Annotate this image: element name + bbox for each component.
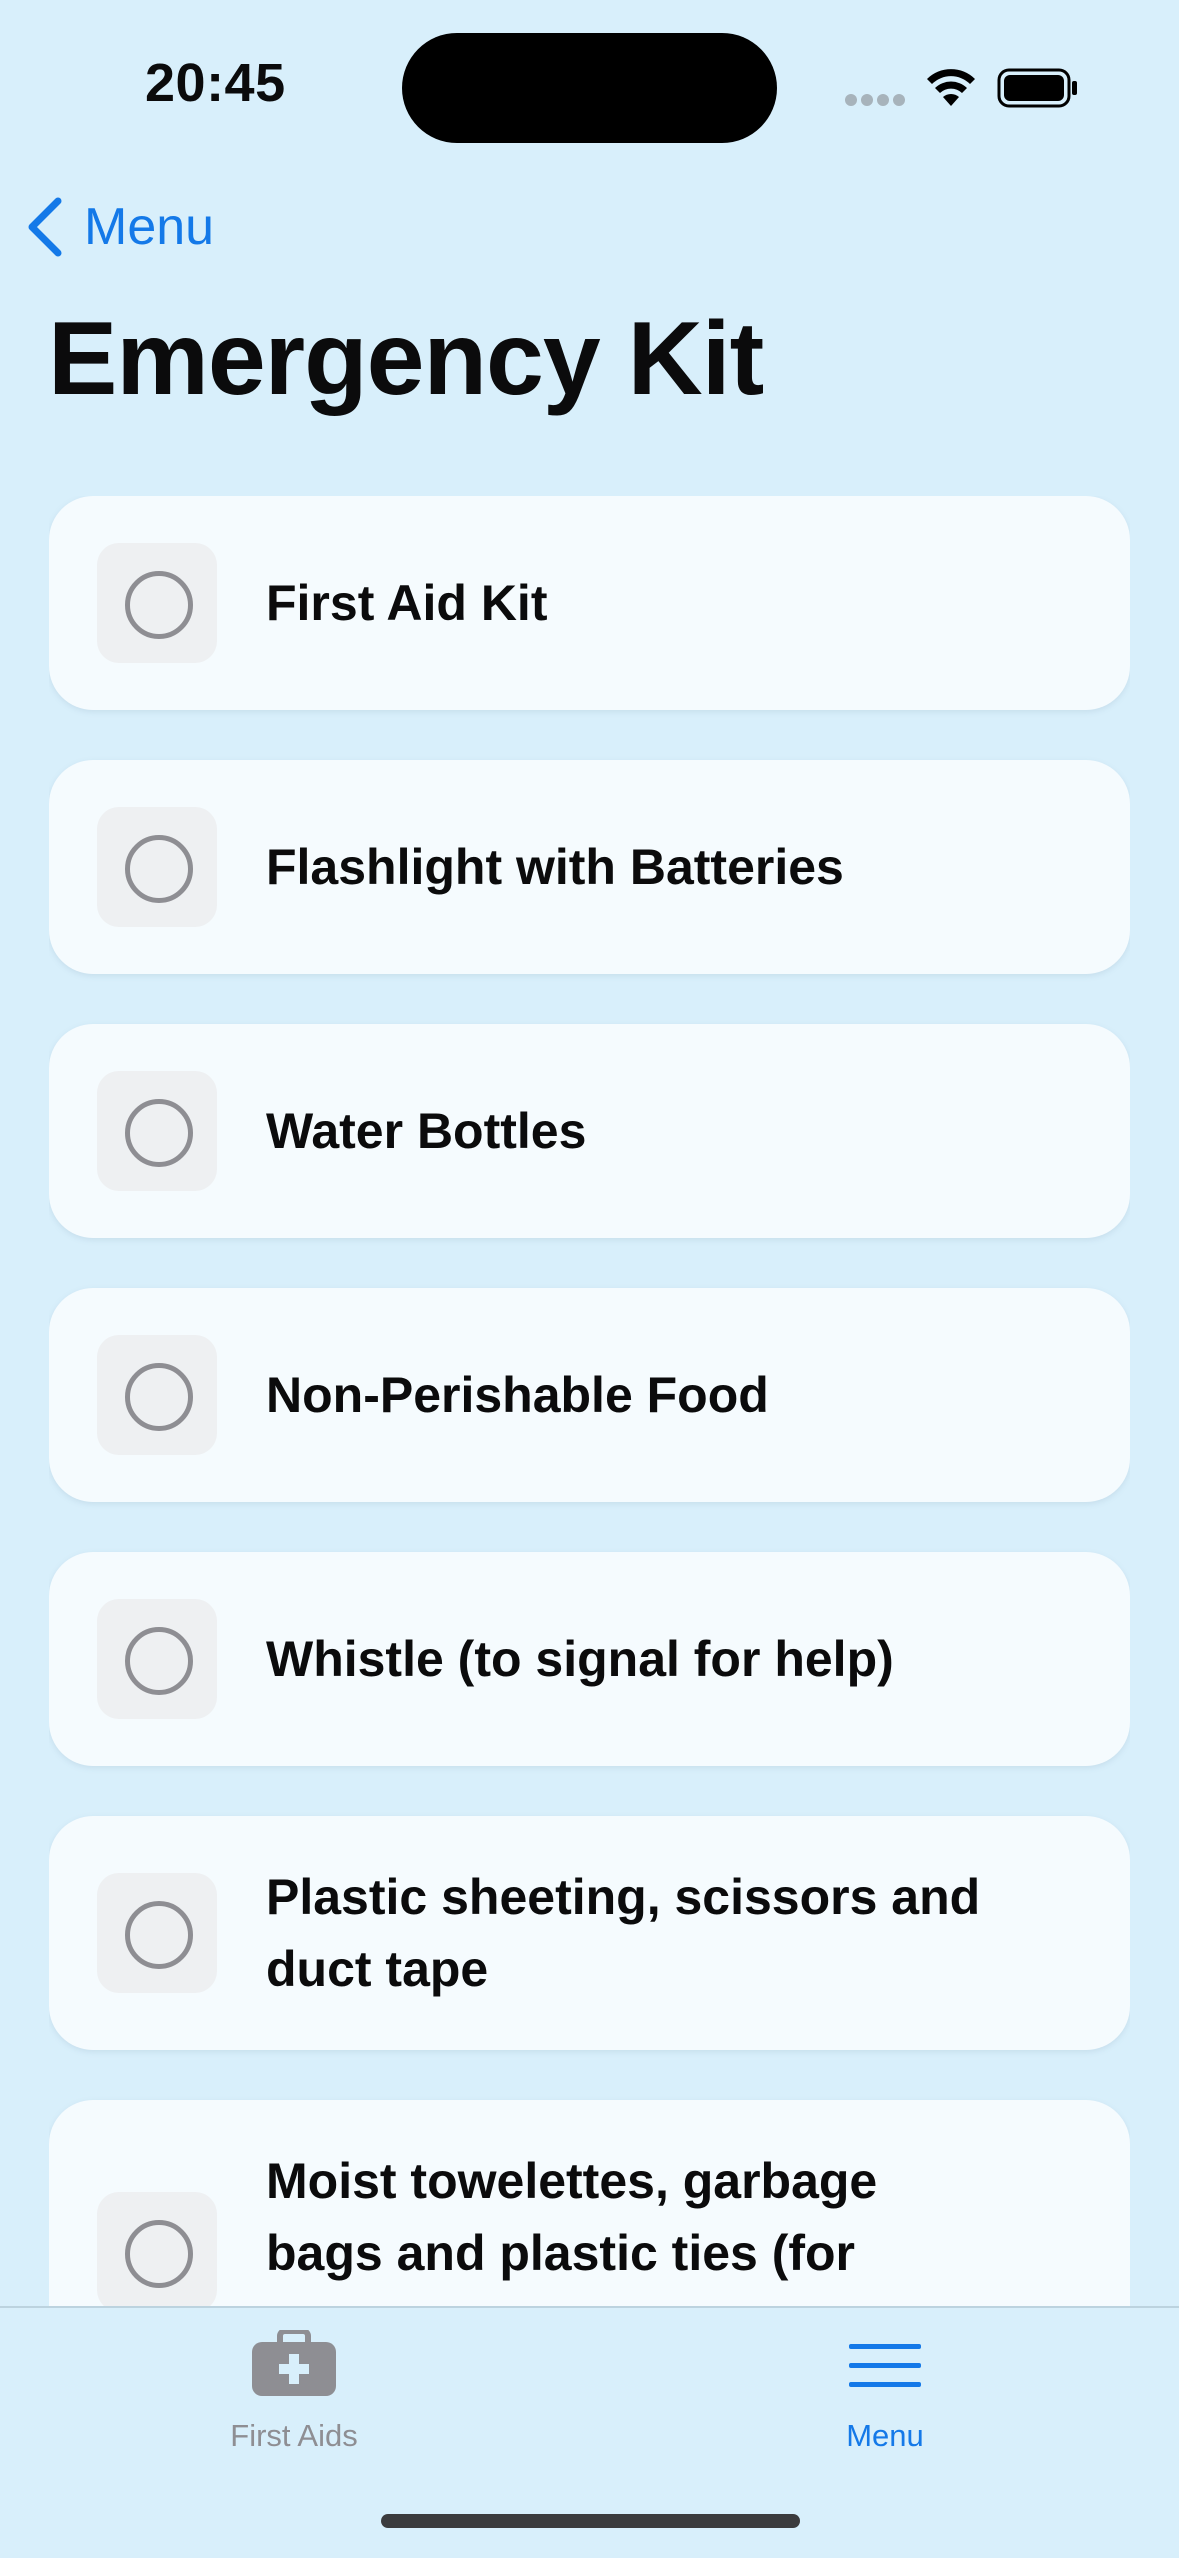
tab-menu[interactable]: Menu — [735, 2308, 1035, 2488]
list-item-label: Whistle (to signal for help) — [266, 1631, 894, 1687]
list-item-label: Flashlight with Batteries — [266, 839, 844, 895]
list-item[interactable]: Flashlight with Batteries — [49, 760, 1130, 974]
list-item[interactable]: Water Bottles — [49, 1024, 1130, 1238]
home-indicator[interactable] — [381, 2514, 800, 2528]
circle-icon — [125, 835, 193, 903]
list-item[interactable]: Moist towelettes, garbage bags and plast… — [49, 2100, 1130, 2306]
list-item[interactable]: First Aid Kit — [49, 496, 1130, 710]
checkbox[interactable] — [97, 807, 217, 927]
checkbox[interactable] — [97, 1335, 217, 1455]
circle-icon — [125, 1099, 193, 1167]
checkbox[interactable] — [97, 2192, 217, 2306]
tab-label: First Aids — [230, 2418, 358, 2453]
chevron-left-icon — [28, 197, 62, 257]
list-item-label: Moist towelettes, garbage bags and plast… — [266, 2153, 878, 2281]
circle-icon — [125, 1363, 193, 1431]
status-bar: 20:45 — [0, 0, 1179, 170]
circle-icon — [125, 571, 193, 639]
wifi-icon — [927, 69, 975, 106]
list-item[interactable]: Non-Perishable Food — [49, 1288, 1130, 1502]
dynamic-island — [402, 33, 777, 143]
circle-icon — [125, 1901, 193, 1969]
list-item-label: Water Bottles — [266, 1103, 587, 1159]
list-item[interactable]: Plastic sheeting, scissors and duct tape — [49, 1816, 1130, 2050]
back-button-label: Menu — [84, 198, 215, 256]
status-time: 20:45 — [145, 53, 286, 113]
circle-icon — [125, 2220, 193, 2288]
list-item-label: Non-Perishable Food — [266, 1367, 769, 1423]
list-item[interactable]: Whistle (to signal for help) — [49, 1552, 1130, 1766]
list-item-label: Plastic sheeting, scissors and duct tape — [266, 1869, 981, 1997]
checkbox[interactable] — [97, 1071, 217, 1191]
checkbox[interactable] — [97, 1599, 217, 1719]
tab-first-aids[interactable]: First Aids — [144, 2308, 444, 2488]
page-title: Emergency Kit — [48, 301, 764, 417]
back-button[interactable]: Menu — [22, 190, 214, 264]
circle-icon — [125, 1627, 193, 1695]
list-item-label: First Aid Kit — [266, 575, 548, 631]
hamburger-menu-icon — [849, 2344, 921, 2387]
tab-label: Menu — [846, 2418, 924, 2453]
checkbox[interactable] — [97, 1873, 217, 1993]
checkbox[interactable] — [97, 543, 217, 663]
cellular-signal-icon — [845, 94, 905, 106]
battery-icon — [997, 68, 1077, 108]
first-aid-kit-icon — [252, 2330, 336, 2396]
checklist: First Aid Kit Flashlight with Batteries … — [49, 496, 1130, 2306]
